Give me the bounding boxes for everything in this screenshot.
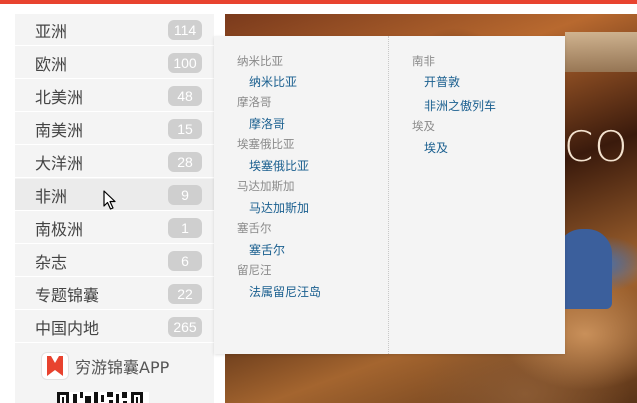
app-label: 穷游锦囊APP — [75, 358, 170, 377]
sidebar-item-north-america[interactable]: 北美洲 48 — [15, 80, 214, 112]
region-namibia: 纳米比亚 — [237, 54, 283, 68]
sidebar-item-oceania[interactable]: 大洋洲 28 — [15, 146, 214, 178]
region-ethiopia: 埃塞俄比亚 — [237, 137, 295, 151]
photo-figure — [557, 229, 612, 309]
count-badge: 1 — [168, 217, 202, 238]
dropdown-column-2: 南非 开普敦 非洲之傲列车 埃及 埃及 — [390, 36, 565, 354]
city-link-reunion[interactable]: 法属留尼汪岛 — [249, 283, 321, 300]
dropdown-column-1: 纳米比亚 纳米比亚 摩洛哥 摩洛哥 埃塞俄比亚 埃塞俄比亚 马达加斯加 马达加斯… — [214, 36, 389, 354]
sidebar-item-europe[interactable]: 欧洲 100 — [15, 47, 214, 79]
count-badge: 22 — [168, 283, 202, 304]
sidebar-item-china-mainland[interactable]: 中国内地 265 — [15, 311, 214, 343]
photo-overlay-text: CO — [564, 122, 629, 171]
bookmark-logo-icon — [41, 352, 69, 380]
count-badge: 15 — [168, 118, 202, 139]
sidebar-item-magazine[interactable]: 杂志 6 — [15, 245, 214, 277]
region-egypt: 埃及 — [412, 119, 435, 133]
count-badge: 28 — [168, 151, 202, 172]
sidebar-item-label: 非洲 — [35, 186, 68, 206]
sidebar-item-label: 亚洲 — [35, 21, 68, 41]
top-accent-bar — [0, 0, 637, 4]
city-link-seychelles[interactable]: 塞舌尔 — [249, 241, 285, 258]
count-badge: 265 — [168, 316, 202, 337]
sidebar-item-antarctica[interactable]: 南极洲 1 — [15, 212, 214, 244]
sidebar-item-label: 北美洲 — [35, 87, 84, 107]
region-reunion: 留尼汪 — [237, 263, 272, 277]
region-seychelles: 塞舌尔 — [237, 221, 272, 235]
region-madagascar: 马达加斯加 — [237, 179, 295, 193]
region-south-africa: 南非 — [412, 54, 435, 68]
region-morocco: 摩洛哥 — [237, 95, 272, 109]
sidebar-item-label: 南极洲 — [35, 219, 84, 239]
sidebar-item-label: 中国内地 — [35, 318, 100, 338]
city-link-morocco[interactable]: 摩洛哥 — [249, 115, 285, 132]
count-badge: 100 — [168, 52, 202, 73]
app-download-link[interactable]: 穷游锦囊APP — [15, 349, 214, 383]
photo-sign — [565, 32, 637, 72]
city-link-pride-of-africa[interactable]: 非洲之傲列车 — [424, 97, 496, 114]
city-link-ethiopia[interactable]: 埃塞俄比亚 — [249, 157, 309, 174]
city-link-egypt[interactable]: 埃及 — [424, 139, 448, 156]
count-badge: 48 — [168, 85, 202, 106]
sidebar-item-label: 杂志 — [35, 252, 68, 272]
count-badge: 114 — [168, 19, 202, 40]
mouse-pointer-icon — [103, 190, 117, 210]
sidebar-item-label: 大洋洲 — [35, 153, 84, 173]
sidebar-item-topics[interactable]: 专题锦囊 22 — [15, 278, 214, 310]
sidebar-item-label: 南美洲 — [35, 120, 84, 140]
sidebar-item-asia[interactable]: 亚洲 114 — [15, 14, 214, 46]
count-badge: 6 — [168, 250, 202, 271]
city-link-namibia[interactable]: 纳米比亚 — [249, 73, 297, 90]
sidebar-item-south-america[interactable]: 南美洲 15 — [15, 113, 214, 145]
city-link-cape-town[interactable]: 开普敦 — [424, 73, 460, 90]
qr-code-icon — [57, 390, 149, 403]
sidebar-item-label: 欧洲 — [35, 54, 68, 74]
africa-destinations-dropdown: 纳米比亚 纳米比亚 摩洛哥 摩洛哥 埃塞俄比亚 埃塞俄比亚 马达加斯加 马达加斯… — [214, 36, 565, 354]
sidebar-item-label: 专题锦囊 — [35, 285, 100, 305]
city-link-madagascar[interactable]: 马达加斯加 — [249, 199, 309, 216]
count-badge: 9 — [168, 184, 202, 205]
